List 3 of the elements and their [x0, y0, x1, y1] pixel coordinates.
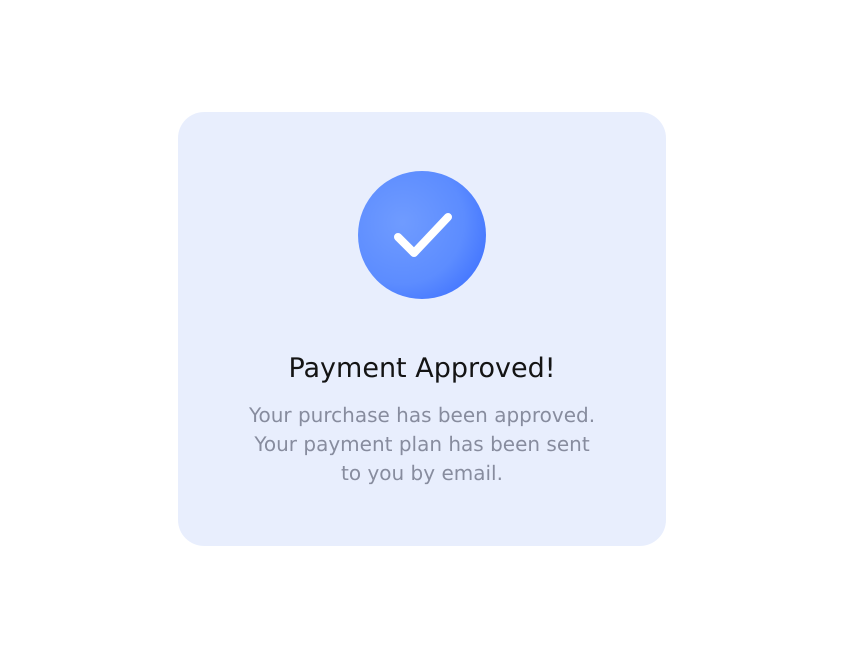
dialog-message: Your purchase has been approved. Your payment plan has been sent to you by email.: [248, 402, 596, 487]
checkmark-icon: [358, 171, 486, 299]
dialog-title: Payment Approved!: [288, 352, 556, 386]
